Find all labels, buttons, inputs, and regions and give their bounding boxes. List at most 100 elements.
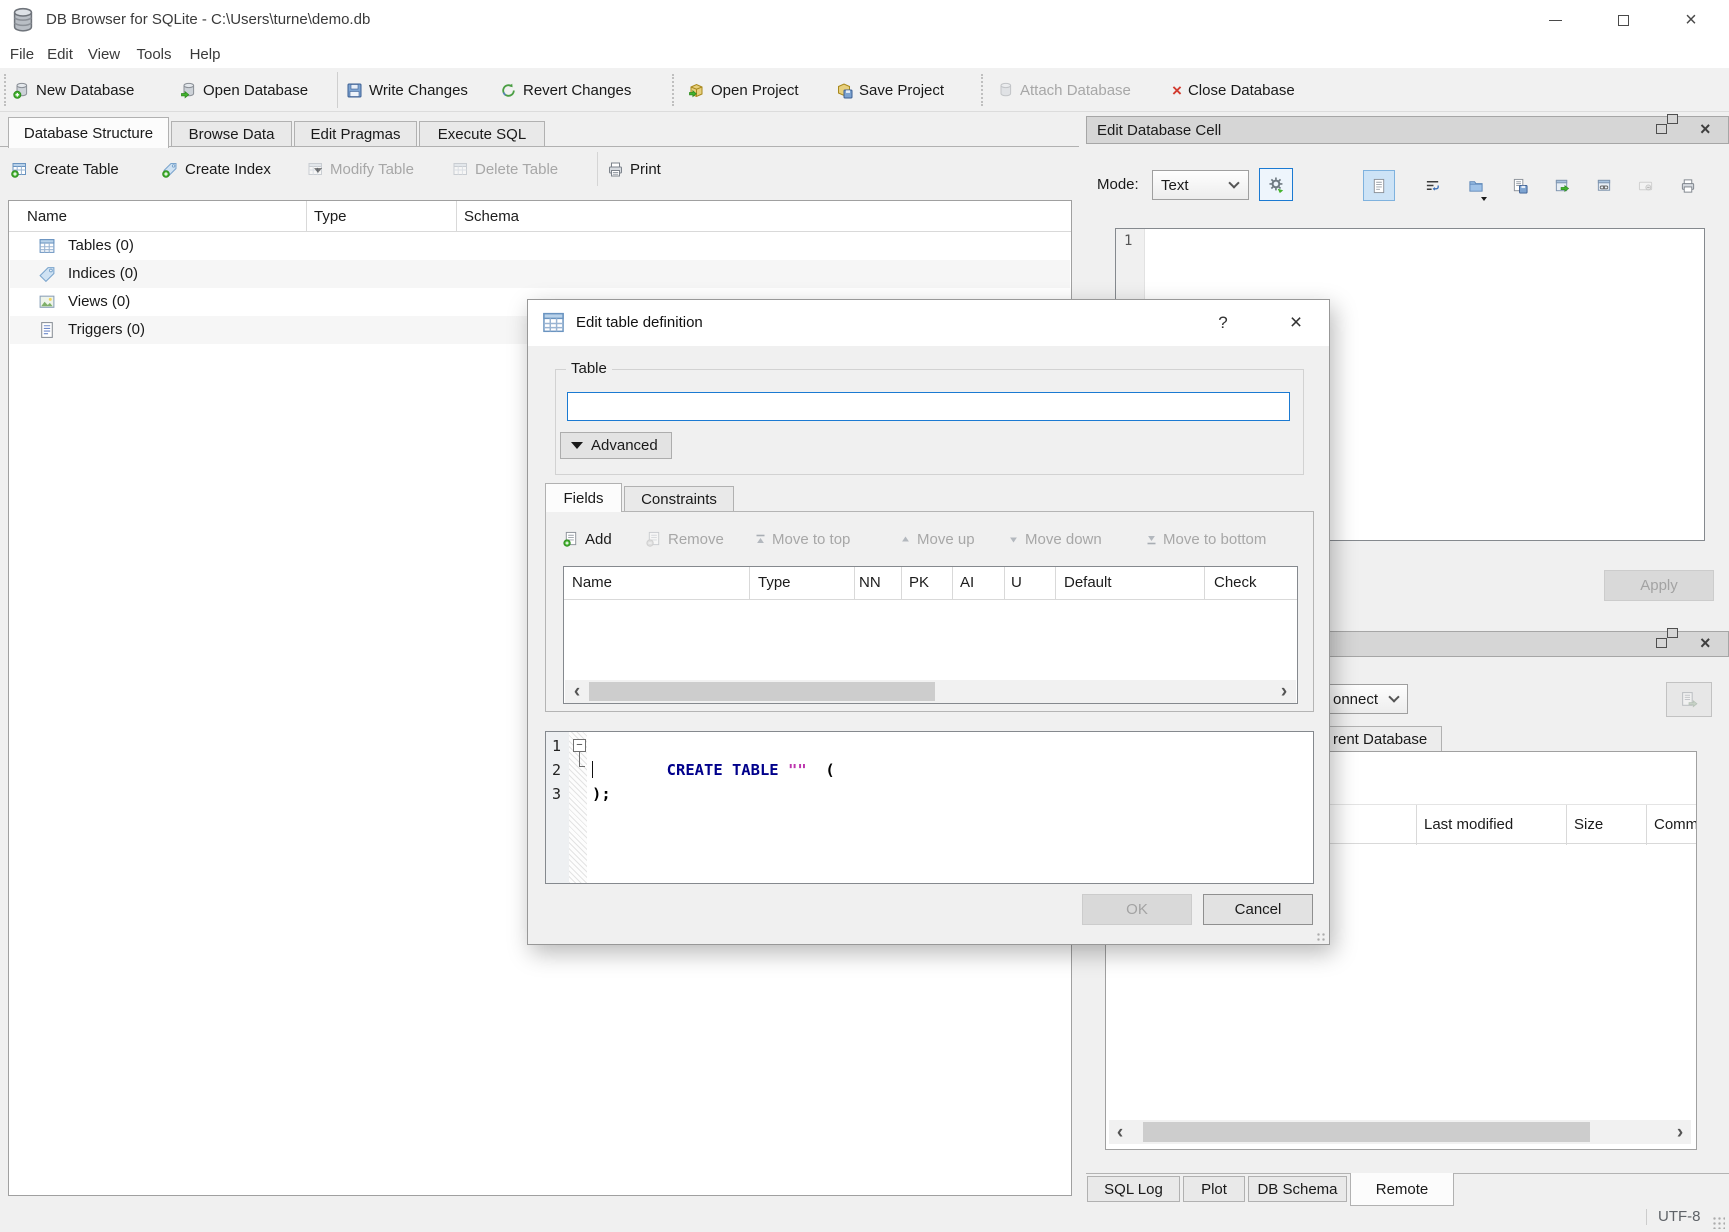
remote-connect-label: onnect (1333, 691, 1390, 708)
cell-text-mode-button[interactable] (1363, 170, 1395, 201)
window-resize-grip[interactable] (1712, 1216, 1725, 1229)
close-button[interactable]: × (1662, 0, 1720, 40)
write-changes-icon (346, 82, 363, 99)
add-field-button[interactable]: Add (563, 526, 612, 552)
menu-tools[interactable]: Tools (132, 40, 176, 68)
triggers-icon (38, 321, 56, 339)
fields-column-default[interactable]: Default (1064, 567, 1112, 599)
tab-remote[interactable]: Remote (1350, 1173, 1454, 1206)
dialog-title-bar[interactable]: Edit table definition ? × (528, 300, 1329, 346)
menu-view[interactable]: View (84, 40, 124, 68)
scroll-right-arrow[interactable]: › (1274, 680, 1294, 703)
move-down-label: Move down (1025, 531, 1102, 548)
menu-help[interactable]: Help (184, 40, 226, 68)
dock-close-button[interactable]: × (1700, 120, 1711, 138)
cell-export-button[interactable] (1546, 170, 1578, 201)
remote-column-commit[interactable]: Comm (1654, 805, 1697, 845)
tab-edit-pragmas[interactable]: Edit Pragmas (294, 121, 417, 147)
dialog-tab-constraints[interactable]: Constraints (624, 486, 734, 512)
open-file-icon (1468, 178, 1484, 194)
print-button[interactable]: Print (607, 153, 661, 185)
fields-column-name[interactable]: Name (572, 567, 612, 599)
scroll-right-arrow[interactable]: › (1669, 1120, 1691, 1144)
maximize-button[interactable] (1594, 0, 1652, 40)
fields-column-check[interactable]: Check (1214, 567, 1257, 599)
scrollbar-thumb[interactable] (1143, 1122, 1590, 1142)
tab-execute-sql[interactable]: Execute SQL (419, 121, 545, 147)
tree-row-tables[interactable]: Tables (0) (10, 232, 1070, 260)
app-window: DB Browser for SQLite - C:\Users\turne\d… (0, 0, 1729, 1232)
fields-table[interactable]: Name Type NN PK AI U Default Check ‹ › (563, 566, 1298, 704)
fold-marker-icon[interactable]: − (573, 739, 586, 752)
write-changes-button[interactable]: Write Changes (346, 74, 468, 106)
fields-horizontal-scrollbar[interactable]: ‹ › (565, 680, 1296, 703)
create-table-button[interactable]: Create Table (11, 153, 119, 185)
dialog-tab-fields[interactable]: Fields (545, 483, 622, 512)
tab-sql-log[interactable]: SQL Log (1087, 1176, 1180, 1202)
tab-browse-data[interactable]: Browse Data (171, 121, 292, 147)
dock-close-button[interactable]: × (1700, 634, 1711, 652)
statusbar-encoding[interactable]: UTF-8 (1658, 1205, 1701, 1229)
fields-header-divider (1204, 567, 1205, 599)
table-name-field-wrap (567, 392, 1290, 421)
mode-combobox[interactable]: Text (1152, 170, 1249, 200)
cancel-button[interactable]: Cancel (1203, 894, 1313, 925)
cell-import-button[interactable] (1460, 170, 1492, 201)
remote-horizontal-scrollbar[interactable]: ‹ › (1109, 1120, 1691, 1144)
revert-changes-label: Revert Changes (523, 82, 631, 99)
move-to-bottom-button: Move to bottom (1146, 526, 1266, 552)
cell-word-wrap-button[interactable] (1417, 170, 1449, 201)
write-changes-label: Write Changes (369, 82, 468, 99)
import-dropdown-caret[interactable] (1481, 197, 1487, 201)
fields-column-nn[interactable]: NN (859, 567, 881, 599)
menu-edit[interactable]: Edit (42, 40, 78, 68)
fields-column-type[interactable]: Type (758, 567, 791, 599)
create-index-button[interactable]: Create Index (162, 153, 271, 185)
dialog-close-button[interactable]: × (1270, 300, 1322, 346)
dialog-tab-constraints-label: Constraints (641, 491, 717, 508)
tab-db-schema[interactable]: DB Schema (1248, 1176, 1347, 1202)
fields-column-pk[interactable]: PK (909, 567, 929, 599)
close-database-button[interactable]: × Close Database (1172, 74, 1295, 106)
save-file-icon (1512, 178, 1528, 194)
table-name-input[interactable] (567, 392, 1290, 421)
revert-changes-button[interactable]: Revert Changes (500, 74, 631, 106)
auto-mode-toggle-button[interactable] (1259, 168, 1293, 201)
remote-column-last-modified[interactable]: Last modified (1424, 805, 1513, 845)
dialog-icon (541, 310, 566, 335)
tree-row-indices[interactable]: Indices (0) (10, 260, 1070, 288)
move-to-top-icon (755, 534, 766, 545)
save-project-button[interactable]: Save Project (836, 74, 944, 106)
fields-column-u[interactable]: U (1011, 567, 1022, 599)
cell-link-button[interactable] (1588, 170, 1620, 201)
dialog-title: Edit table definition (576, 300, 703, 346)
open-project-button[interactable]: Open Project (688, 74, 799, 106)
remote-column-size[interactable]: Size (1574, 805, 1603, 845)
minimize-button[interactable] (1526, 0, 1584, 40)
tab-database-structure[interactable]: Database Structure (8, 117, 169, 148)
tree-column-name[interactable]: Name (27, 201, 67, 232)
tree-column-type[interactable]: Type (314, 201, 347, 232)
close-database-label: Close Database (1188, 82, 1295, 99)
remote-connect-dropdown[interactable]: onnect (1318, 684, 1408, 714)
open-database-button[interactable]: Open Database (180, 74, 308, 106)
tab-plot[interactable]: Plot (1183, 1176, 1245, 1202)
new-database-button[interactable]: New Database (13, 74, 134, 106)
tree-column-schema[interactable]: Schema (464, 201, 519, 232)
remote-current-database-tab[interactable]: rent Database (1318, 726, 1442, 752)
scroll-left-arrow[interactable]: ‹ (1109, 1120, 1131, 1144)
cell-save-button[interactable] (1504, 170, 1536, 201)
edit-cell-dock-header[interactable]: Edit Database Cell × (1086, 116, 1729, 144)
sql-preview[interactable]: 1 2 3 − CREATE TABLE "" ( ); (545, 731, 1314, 884)
advanced-button[interactable]: Advanced (560, 432, 672, 459)
scroll-left-arrow[interactable]: ‹ (567, 680, 587, 703)
cell-editor-line-number: 1 (1124, 233, 1132, 249)
dialog-help-button[interactable]: ? (1198, 300, 1248, 346)
fields-column-ai[interactable]: AI (960, 567, 974, 599)
scrollbar-thumb[interactable] (589, 682, 935, 701)
dialog-resize-grip[interactable] (1316, 932, 1327, 943)
upload-icon (1680, 691, 1698, 709)
menu-file[interactable]: File (4, 40, 40, 68)
delete-table-icon (452, 161, 469, 178)
cell-print-button[interactable] (1672, 170, 1704, 201)
